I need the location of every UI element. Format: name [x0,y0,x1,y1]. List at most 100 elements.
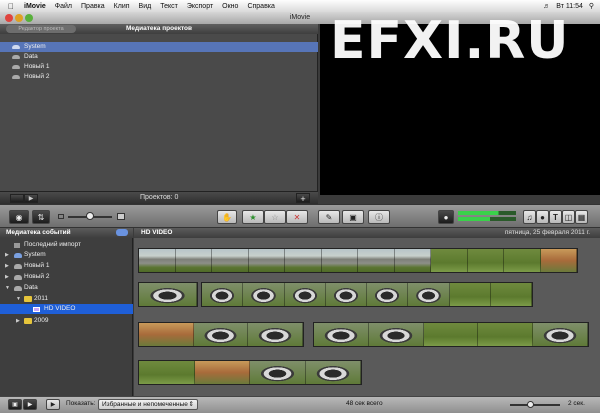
clip-filmstrip[interactable] [313,322,589,347]
event-item-new1[interactable]: ▶ Новый 1 [0,261,133,271]
disclosure-triangle-icon[interactable]: ▶ [16,316,20,326]
zoom-slider-knob[interactable] [86,212,94,220]
project-item-system[interactable]: System [0,42,318,52]
minimize-window-button[interactable] [15,14,23,22]
menu-export[interactable]: Экспорт [187,3,213,10]
menu-view[interactable]: Вид [139,3,152,10]
event-item-label: 2011 [34,295,48,302]
audio-meter-right [458,217,516,221]
clip-filmstrip[interactable] [138,360,362,385]
photo-browser-button[interactable]: ● [536,210,549,224]
close-window-button[interactable] [5,14,13,22]
eyedropper-button[interactable]: ✎ [318,210,340,224]
event-item-label: Новый 2 [24,273,50,280]
clip-filmstrip[interactable] [138,248,578,273]
thumbnail-duration: 2 сек. [568,400,585,407]
event-item-system[interactable]: ▶ System [0,250,133,260]
project-item-data[interactable]: Data [0,52,318,62]
maps-browser-button[interactable]: ▦ [575,210,588,224]
apple-menu-icon[interactable]:  [8,2,14,11]
drive-icon [14,286,22,291]
event-browser: HD VIDEO пятница, 25 февраля 2011 г. [134,228,600,396]
show-label: Показать: [66,400,96,407]
reject-button[interactable]: ✕ [286,210,308,224]
zoom-window-button[interactable] [25,14,33,22]
transitions-browser-button[interactable]: ◫ [562,210,575,224]
camera-import-button[interactable]: ◉ [9,210,29,224]
drive-icon [12,75,20,79]
event-view-toggle[interactable] [116,229,128,236]
clock[interactable]: Вт 11:54 [556,3,583,10]
event-item-last-import[interactable]: Последний импорт [0,240,133,250]
menu-edit[interactable]: Правка [81,3,105,10]
event-item-new2[interactable]: ▶ Новый 2 [0,272,133,282]
bottom-bar: ▣ ▶ ▶ Показать: Избранные и непомеченные… [0,396,600,413]
event-item-hd-video[interactable]: HD VIDEO [0,304,133,314]
menu-imovie[interactable]: iMovie [24,3,46,10]
play-event-button[interactable]: ▶ [23,399,37,410]
hand-tool-button[interactable]: ✋ [217,210,237,224]
play-selection-button[interactable]: ▶ [46,399,60,410]
play-full-screen-button[interactable]: ▣ [8,399,22,410]
clip-size-slider[interactable] [510,404,560,406]
disclosure-triangle-icon[interactable]: ▶ [5,250,9,260]
clip-filmstrip[interactable] [138,282,198,307]
disclosure-triangle-open-icon[interactable]: ▼ [5,283,10,293]
project-library-title: Медиатека проектов [125,25,193,32]
play-full-button[interactable] [10,194,24,203]
film-icon [14,243,20,248]
swap-button[interactable]: ⇅ [32,210,50,224]
play-button[interactable]: ▶ [24,194,38,203]
event-date: пятница, 25 февраля 2011 г. [504,229,590,236]
project-item-label: System [24,43,46,50]
event-star-icon [33,307,40,312]
show-filter-select[interactable]: Избранные и непомеченные ⇕ [98,399,198,410]
folder-icon [24,318,32,324]
event-browser-header: HD VIDEO пятница, 25 февраля 2011 г. [134,228,600,238]
menu-window[interactable]: Окно [222,3,238,10]
chevron-down-icon: ⇕ [188,401,194,408]
event-item-2009[interactable]: ▶ 2009 [0,316,133,326]
clip-filmstrip[interactable] [138,322,304,347]
volume-icon[interactable]: ♬ [543,3,550,10]
crop-button[interactable]: ▣ [342,210,364,224]
menu-clip[interactable]: Клип [114,3,130,10]
info-button[interactable]: ⓘ [368,210,390,224]
disclosure-triangle-open-icon[interactable]: ▼ [16,294,21,304]
project-library-footer: ▶ Проектов: 0 + [0,191,318,204]
clip-filmstrip[interactable] [201,282,533,307]
menu-file[interactable]: Файл [55,3,72,10]
project-item-label: Data [24,53,38,60]
project-item-new2[interactable]: Новый 2 [0,72,318,82]
event-item-label: 2009 [34,317,49,324]
clip-size-slider-knob[interactable] [527,401,534,408]
spotlight-icon[interactable]: ⚲ [589,2,594,10]
add-project-button[interactable]: + [296,193,310,204]
titles-browser-button[interactable]: T [549,210,562,224]
watermark: EFXI.RU [330,11,570,71]
disclosure-triangle-icon[interactable]: ▶ [5,261,9,271]
drive-icon [14,253,22,258]
disclosure-triangle-icon[interactable]: ▶ [5,272,9,282]
event-library-title: Медиатека событий [6,229,71,236]
large-thumb-icon [117,213,125,220]
unmark-button[interactable]: ☆ [264,210,286,224]
music-browser-button[interactable]: ♫ [523,210,536,224]
project-count: Проектов: 0 [140,194,179,201]
voiceover-button[interactable]: ● [438,210,454,224]
event-item-data[interactable]: ▼ Data [0,283,133,293]
main-toolbar: ◉ ⇅ ✋ ★ ☆ ✕ ✎ ▣ ⓘ ● ♫ ● T ◫ ▦ [0,204,600,228]
event-library: Медиатека событий Последний импорт ▶ Sys… [0,228,133,396]
menu-help[interactable]: Справка [247,3,274,10]
show-filter-value: Избранные и непомеченные [102,401,188,408]
favorite-button[interactable]: ★ [242,210,264,224]
project-item-new1[interactable]: Новый 1 [0,62,318,72]
drive-icon [12,55,20,59]
menu-text[interactable]: Текст [160,3,178,10]
small-thumb-icon [58,214,64,219]
project-editor-button[interactable]: Редактор проекта [6,25,76,33]
folder-icon [24,296,32,302]
event-item-label: HD VIDEO [44,305,76,312]
event-item-2011[interactable]: ▼ 2011 [0,294,133,304]
event-library-header: Медиатека событий [0,228,133,238]
